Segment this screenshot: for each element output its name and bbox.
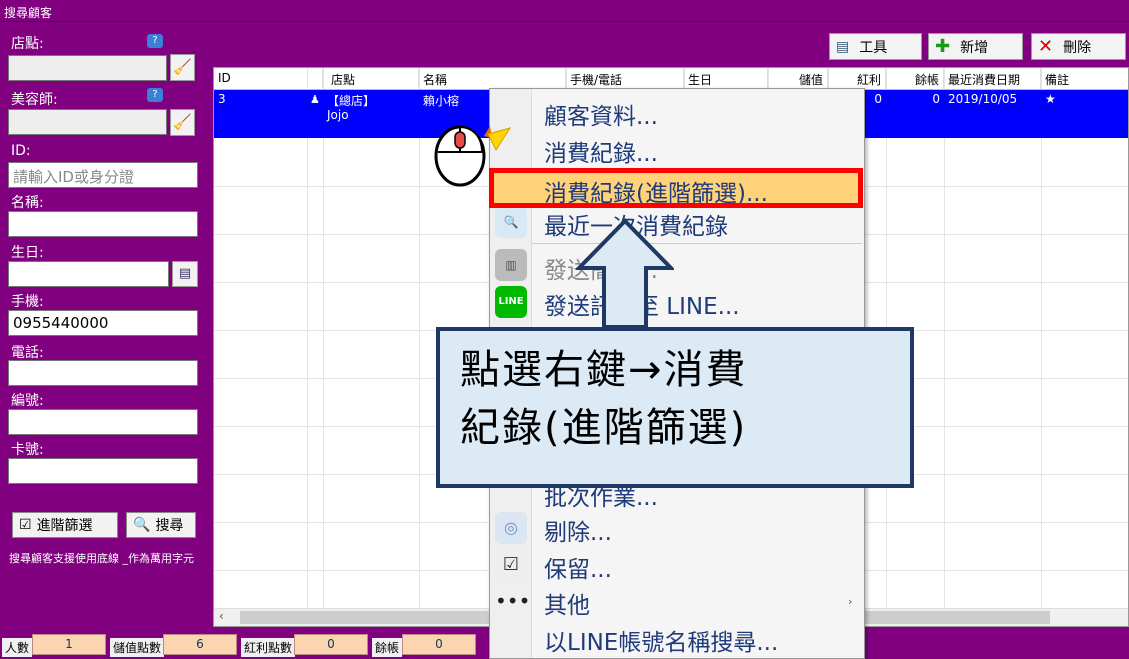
search-button[interactable]: 🔍 搜尋 bbox=[126, 512, 196, 538]
column-header-store[interactable]: 店點 bbox=[323, 68, 419, 90]
birthday-input[interactable] bbox=[8, 261, 169, 287]
mobile-input[interactable]: 0955440000 bbox=[8, 310, 198, 336]
phone-input[interactable] bbox=[8, 360, 198, 386]
tools-button[interactable]: ▤ 工具 bbox=[829, 33, 922, 60]
delete-icon: ✕ bbox=[1038, 36, 1054, 57]
card-label: 卡號: bbox=[11, 442, 44, 458]
clear-store-icon[interactable]: 🧹 bbox=[170, 54, 195, 81]
sms-icon: ▥ bbox=[495, 249, 527, 281]
bonus-label: 紅利點數 bbox=[241, 638, 296, 657]
highlight-box bbox=[489, 168, 863, 208]
column-header-note[interactable]: 備註 bbox=[1041, 68, 1128, 90]
column-header-id[interactable]: ID bbox=[214, 68, 323, 90]
menu-item-exclude[interactable]: 剔除... bbox=[544, 513, 612, 547]
number-input[interactable] bbox=[8, 409, 198, 435]
store-field[interactable] bbox=[8, 55, 167, 81]
people-count: 1 bbox=[32, 634, 106, 655]
clear-beautician-icon[interactable]: 🧹 bbox=[170, 109, 195, 136]
up-arrow-icon bbox=[576, 218, 674, 329]
advanced-filter-label: 進階篩選 bbox=[36, 518, 93, 534]
beautician-label: 美容師: bbox=[11, 92, 58, 108]
search-hint: 搜尋顧客支援使用底線 _作為萬用字元 bbox=[9, 552, 194, 565]
column-header-stored[interactable]: 儲值 bbox=[768, 68, 828, 90]
row-name: 賴小榕 bbox=[423, 94, 460, 108]
column-header-phone[interactable]: 手機/電話 bbox=[566, 68, 684, 90]
people-label: 人數 bbox=[2, 638, 33, 657]
id-label: ID: bbox=[11, 143, 31, 159]
menu-item-other[interactable]: 其他 bbox=[544, 586, 590, 620]
menu-item-keep[interactable]: 保留... bbox=[544, 550, 612, 584]
mobile-label: 手機: bbox=[11, 294, 44, 310]
birthday-label: 生日: bbox=[11, 245, 44, 261]
delete-button[interactable]: ✕ 刪除 bbox=[1031, 33, 1126, 60]
keep-icon: ☑ bbox=[495, 549, 527, 581]
column-header-balance[interactable]: 餘帳 bbox=[886, 68, 944, 90]
row-last-date: 2019/10/05 bbox=[948, 92, 1018, 106]
recent-search-icon: 🔍 bbox=[495, 206, 527, 238]
search-label: 搜尋 bbox=[155, 518, 184, 534]
menu-item-search-line-name[interactable]: 以LINE帳號名稱搜尋... bbox=[544, 623, 778, 657]
more-icon: ••• bbox=[495, 589, 531, 613]
add-label: 新增 bbox=[960, 39, 989, 56]
column-header-bonus[interactable]: 紅利 bbox=[828, 68, 886, 90]
instruction-callout: 點選右鍵→消費 紀錄(進階篩選) bbox=[436, 327, 914, 488]
row-store-staff: Jojo bbox=[327, 108, 349, 122]
column-header-last-date[interactable]: 最近消費日期 bbox=[944, 68, 1041, 90]
search-icon: 🔍 bbox=[133, 517, 151, 533]
exclude-icon: ◎ bbox=[495, 512, 527, 544]
column-header-birthday[interactable]: 生日 bbox=[684, 68, 768, 90]
calendar-icon[interactable]: ▤ bbox=[172, 261, 198, 287]
name-input[interactable] bbox=[8, 211, 198, 237]
mouse-right-click-icon bbox=[434, 125, 512, 187]
add-button[interactable]: ✚ 新增 bbox=[928, 33, 1023, 60]
store-label: 店點: bbox=[11, 36, 44, 52]
number-label: 編號: bbox=[11, 393, 44, 409]
stored-value: 6 bbox=[163, 634, 237, 655]
menu-item-purchase-history[interactable]: 消費紀錄... bbox=[544, 134, 658, 168]
search-sidebar: 店點: ? 🧹 美容師: ? 🧹 ID: 請輸入ID或身分證 名稱: 生日: ▤… bbox=[0, 22, 205, 629]
plus-icon: ✚ bbox=[935, 36, 951, 57]
scroll-left-icon[interactable]: ‹ bbox=[219, 609, 224, 623]
beautician-field[interactable] bbox=[8, 109, 167, 135]
id-input[interactable]: 請輸入ID或身分證 bbox=[8, 162, 198, 188]
help-icon[interactable]: ? bbox=[147, 34, 163, 48]
menu-item-customer-info[interactable]: 顧客資料... bbox=[544, 97, 658, 131]
row-id: 3 bbox=[218, 92, 226, 106]
stored-label: 儲值點數 bbox=[110, 638, 165, 657]
column-header-name[interactable]: 名稱 bbox=[419, 68, 566, 90]
vip-icon: ♟ bbox=[310, 93, 320, 106]
card-input[interactable] bbox=[8, 458, 198, 484]
balance-value: 0 bbox=[402, 634, 476, 655]
help-icon[interactable]: ? bbox=[147, 88, 163, 102]
window-title: 搜尋顧客 bbox=[0, 0, 1129, 22]
callout-line-2: 紀錄(進階篩選) bbox=[460, 405, 748, 451]
tools-label: 工具 bbox=[859, 39, 888, 56]
row-note: ★ bbox=[1045, 92, 1056, 106]
advanced-filter-button[interactable]: ☑ 進階篩選 bbox=[12, 512, 118, 538]
name-label: 名稱: bbox=[11, 195, 44, 211]
bonus-value: 0 bbox=[294, 634, 368, 655]
callout-line-1: 點選右鍵→消費 bbox=[460, 347, 748, 393]
row-balance: 0 bbox=[932, 92, 940, 106]
line-icon: LINE bbox=[495, 286, 527, 318]
balance-label: 餘帳 bbox=[372, 638, 403, 657]
filter-icon: ☑ bbox=[19, 517, 32, 533]
chevron-right-icon: › bbox=[848, 595, 853, 608]
delete-label: 刪除 bbox=[1063, 39, 1092, 56]
phone-label: 電話: bbox=[11, 345, 44, 361]
tools-icon: ▤ bbox=[836, 38, 850, 55]
